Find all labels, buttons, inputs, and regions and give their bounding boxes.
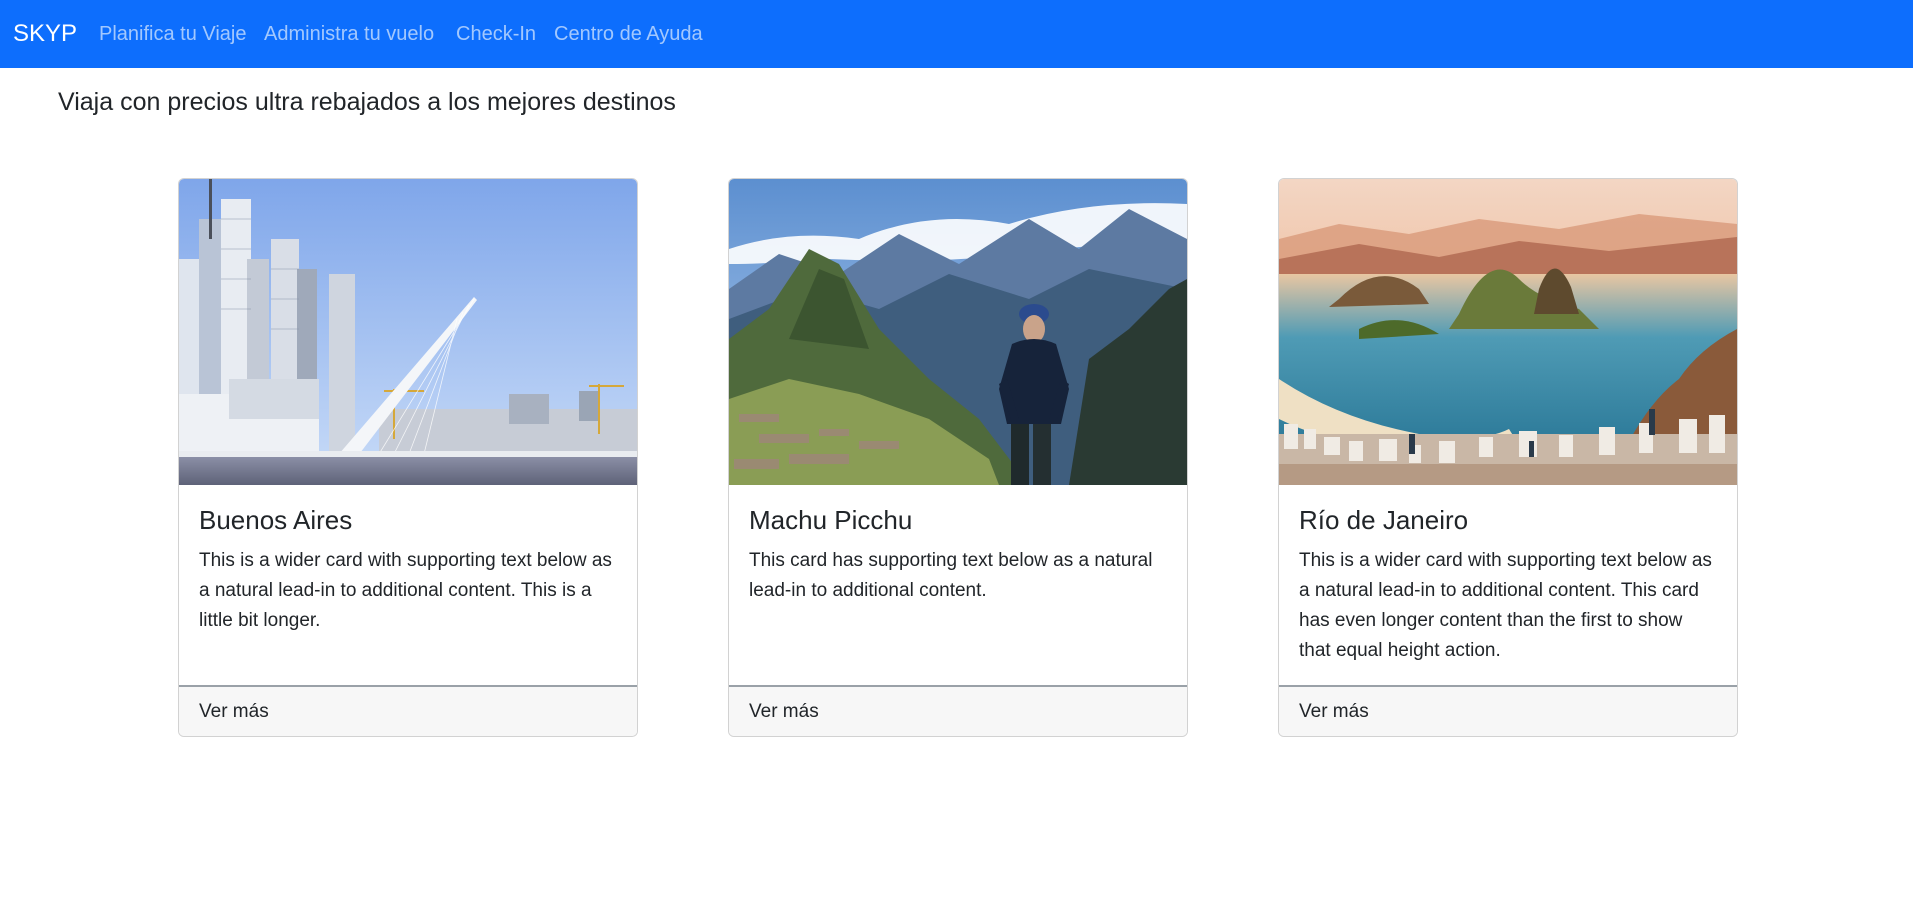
card-footer: Ver más xyxy=(179,685,637,736)
ver-mas-link[interactable]: Ver más xyxy=(199,687,269,736)
card-text: This is a wider card with supporting tex… xyxy=(199,550,612,631)
card-footer: Ver más xyxy=(1279,685,1737,736)
card-title: Río de Janeiro xyxy=(1299,505,1469,535)
card-image-machu-picchu xyxy=(729,179,1187,485)
destination-card-buenos-aires: Buenos Aires This is a wider card with s… xyxy=(178,178,638,737)
brand-logo[interactable]: SKYP xyxy=(13,0,77,68)
nav-link-planifica[interactable]: Planifica tu Viaje xyxy=(99,0,247,68)
destination-card-machu-picchu: Machu Picchu This card has supporting te… xyxy=(728,178,1188,737)
page-title: Viaja con precios ultra rebajados a los … xyxy=(58,88,676,116)
nav-link-check-in[interactable]: Check-In xyxy=(456,0,536,68)
top-navbar: SKYP Planifica tu Viaje Administra tu vu… xyxy=(0,0,1913,68)
card-image-buenos-aires xyxy=(179,179,637,485)
destination-card-rio-de-janeiro: Río de Janeiro This is a wider card with… xyxy=(1278,178,1738,737)
card-title: Buenos Aires xyxy=(199,505,353,535)
card-text: This card has supporting text below as a… xyxy=(749,550,1153,601)
card-image-rio-de-janeiro xyxy=(1279,179,1737,485)
nav-link-centro-ayuda[interactable]: Centro de Ayuda xyxy=(554,0,703,68)
card-text: This is a wider card with supporting tex… xyxy=(1299,550,1712,661)
ver-mas-link[interactable]: Ver más xyxy=(749,687,819,736)
card-title: Machu Picchu xyxy=(749,505,913,535)
card-footer: Ver más xyxy=(729,685,1187,736)
ver-mas-link[interactable]: Ver más xyxy=(1299,687,1369,736)
nav-link-administra[interactable]: Administra tu vuelo xyxy=(264,0,434,68)
